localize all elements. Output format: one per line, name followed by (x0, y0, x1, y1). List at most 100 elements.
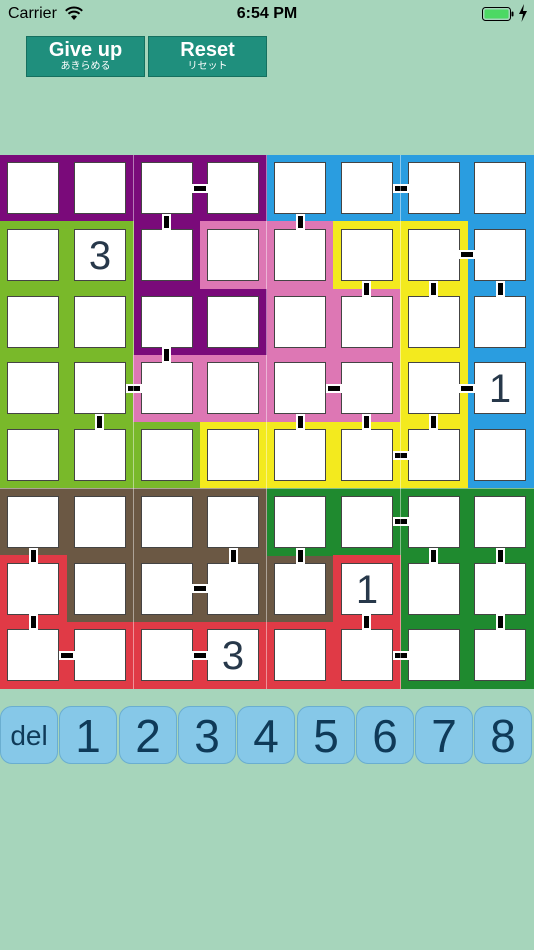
number-key-1[interactable]: 1 (59, 706, 117, 764)
board-cell[interactable] (141, 496, 193, 548)
board-cell[interactable] (7, 229, 59, 281)
number-key-5[interactable]: 5 (297, 706, 355, 764)
battery-icon (482, 7, 514, 21)
number-key-8[interactable]: 8 (474, 706, 532, 764)
board-cell[interactable] (408, 429, 460, 481)
adjacency-bar (496, 614, 505, 630)
board-cell[interactable]: 3 (207, 629, 259, 681)
board-cell[interactable] (474, 496, 526, 548)
board-cell[interactable] (141, 563, 193, 615)
board-cell[interactable] (207, 296, 259, 348)
board-cell[interactable] (274, 629, 326, 681)
board-cell[interactable] (341, 629, 393, 681)
board-cell[interactable] (7, 563, 59, 615)
status-bar: Carrier 6:54 PM (0, 0, 534, 28)
board-cell[interactable] (274, 362, 326, 414)
board-cell[interactable] (74, 629, 126, 681)
charging-icon (519, 4, 527, 22)
board-cell[interactable] (74, 162, 126, 214)
board-cell[interactable] (7, 362, 59, 414)
board-cell[interactable] (474, 563, 526, 615)
board-cell[interactable] (141, 162, 193, 214)
board-cell[interactable] (408, 629, 460, 681)
board-cell[interactable] (74, 296, 126, 348)
board-cell[interactable] (207, 229, 259, 281)
board-cell[interactable] (474, 429, 526, 481)
block-divider (400, 155, 401, 689)
board-cell[interactable] (408, 496, 460, 548)
number-key-4[interactable]: 4 (237, 706, 295, 764)
board-cell[interactable] (408, 162, 460, 214)
give-up-button[interactable]: Give up あきらめる (26, 36, 145, 77)
board-cell[interactable] (474, 229, 526, 281)
adjacency-bar (362, 614, 371, 630)
board-cell[interactable] (141, 362, 193, 414)
board-cell[interactable] (408, 229, 460, 281)
board-cell[interactable] (341, 362, 393, 414)
board-cell[interactable] (341, 229, 393, 281)
board-cell[interactable] (474, 162, 526, 214)
give-up-sublabel: あきらめる (60, 61, 111, 72)
delete-key[interactable]: del (0, 706, 58, 764)
number-key-3[interactable]: 3 (178, 706, 236, 764)
number-key-6[interactable]: 6 (356, 706, 414, 764)
adjacency-bar (95, 414, 104, 430)
board-cell[interactable] (274, 496, 326, 548)
board-cell[interactable] (7, 296, 59, 348)
adjacency-bar (192, 184, 208, 193)
adjacency-bar (29, 548, 38, 564)
board-cell[interactable] (74, 429, 126, 481)
board-cell[interactable] (141, 229, 193, 281)
adjacency-bar (393, 451, 409, 460)
board-cell[interactable] (274, 563, 326, 615)
board-cell[interactable] (274, 296, 326, 348)
board-cell[interactable] (7, 429, 59, 481)
board-cell[interactable] (408, 362, 460, 414)
board-cell[interactable] (274, 162, 326, 214)
board-cell[interactable] (274, 429, 326, 481)
board-cell[interactable]: 1 (341, 563, 393, 615)
number-key-7[interactable]: 7 (415, 706, 473, 764)
adjacency-bar (496, 548, 505, 564)
adjacency-bar (296, 214, 305, 230)
adjacency-bar (296, 548, 305, 564)
board-cell[interactable] (7, 162, 59, 214)
board-cell[interactable] (74, 563, 126, 615)
block-divider (133, 155, 134, 689)
board-cell[interactable] (474, 629, 526, 681)
board-cell[interactable] (408, 563, 460, 615)
block-divider (0, 488, 534, 489)
board-cell[interactable] (207, 362, 259, 414)
clock: 6:54 PM (236, 5, 298, 22)
board-cell[interactable] (207, 563, 259, 615)
give-up-label: Give up (48, 39, 123, 61)
board-cell[interactable] (7, 629, 59, 681)
board-cell[interactable] (341, 296, 393, 348)
adjacency-bar (393, 184, 409, 193)
board-cell[interactable] (408, 296, 460, 348)
board-cell[interactable] (7, 496, 59, 548)
board-cell[interactable] (341, 162, 393, 214)
board-cell[interactable] (474, 296, 526, 348)
board-cell[interactable] (74, 496, 126, 548)
board-cell[interactable]: 3 (74, 229, 126, 281)
adjacency-bar (162, 347, 171, 363)
adjacency-bar (459, 250, 475, 259)
board-cell[interactable] (207, 496, 259, 548)
board-cell[interactable] (274, 229, 326, 281)
adjacency-bar (429, 548, 438, 564)
board-cell[interactable] (141, 429, 193, 481)
number-keypad: del 1 2 3 4 5 6 7 8 (0, 706, 534, 766)
board-cell[interactable] (141, 629, 193, 681)
adjacency-bar (126, 384, 142, 393)
board-cell[interactable] (341, 429, 393, 481)
reset-button[interactable]: Reset リセット (148, 36, 267, 77)
board-cell[interactable] (207, 429, 259, 481)
board-cell[interactable] (74, 362, 126, 414)
adjacency-bar (192, 584, 208, 593)
board-cell[interactable] (207, 162, 259, 214)
board-cell[interactable] (341, 496, 393, 548)
board-cell[interactable]: 1 (474, 362, 526, 414)
number-key-2[interactable]: 2 (119, 706, 177, 764)
board-cell[interactable] (141, 296, 193, 348)
